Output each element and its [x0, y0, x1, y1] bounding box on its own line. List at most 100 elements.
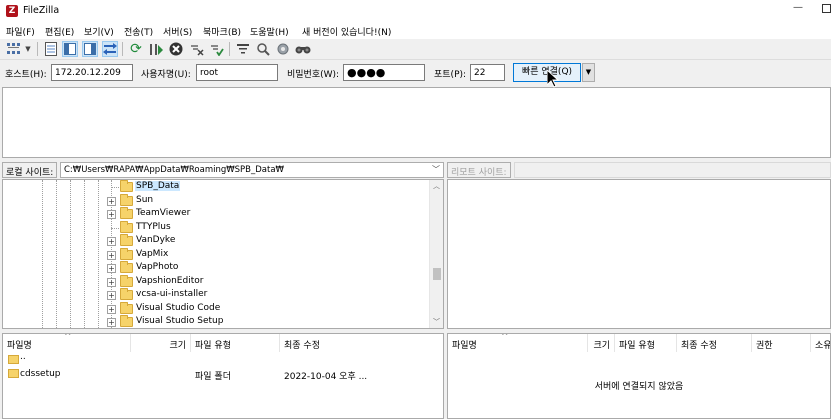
- column-header-type[interactable]: 파일 유형: [615, 334, 677, 352]
- tree-item[interactable]: + VanDyke: [3, 234, 428, 247]
- expand-icon[interactable]: +: [107, 318, 116, 327]
- column-label: 파일 유형: [619, 341, 655, 351]
- column-header-size[interactable]: 크기: [588, 334, 615, 352]
- expand-icon[interactable]: +: [107, 210, 116, 219]
- toolbar-separator: [122, 42, 123, 56]
- expand-icon[interactable]: +: [107, 196, 116, 206]
- file-type: 파일 폴더: [195, 372, 231, 382]
- tree-item-label: VapMix: [136, 248, 169, 259]
- tree-item-label: VanDyke: [136, 235, 176, 245]
- toggle-transfer-queue-icon[interactable]: [102, 41, 118, 57]
- menu-view[interactable]: 보기(V): [84, 25, 114, 38]
- column-label: 소유: [815, 341, 831, 351]
- local-directory-tree: SPB_Data + Sun + TeamViewer TTYPlus + Va…: [2, 179, 444, 329]
- not-connected-message: 서버에 연결되지 않았음: [594, 382, 684, 392]
- toggle-remote-tree-icon[interactable]: [82, 41, 98, 57]
- username-label: 사용자명(U):: [141, 70, 191, 80]
- menu-help[interactable]: 도움말(H): [250, 25, 289, 38]
- folder-icon: [8, 355, 19, 364]
- tree-item[interactable]: + VapMix: [3, 247, 428, 261]
- tree-item[interactable]: TTYPlus: [3, 220, 428, 234]
- local-path-input[interactable]: C:₩Users₩RAPA₩AppData₩Roaming₩SPB_Data₩ …: [60, 162, 444, 178]
- expand-icon[interactable]: +: [107, 291, 116, 300]
- folder-icon: [120, 193, 133, 206]
- expand-icon[interactable]: +: [107, 264, 116, 273]
- tree-item[interactable]: + Visual Studio Setup: [3, 315, 428, 328]
- tree-item-label: vcsa-ui-installer: [136, 289, 208, 299]
- local-site-label: 로컬 사이트:: [2, 162, 58, 178]
- host-input[interactable]: 172.20.12.209: [51, 64, 133, 81]
- expand-icon[interactable]: +: [107, 277, 116, 287]
- tree-item-label: Visual Studio Setup: [136, 316, 224, 326]
- column-header-modified[interactable]: 최종 수정: [677, 334, 752, 352]
- disconnect-icon[interactable]: [189, 41, 205, 57]
- username-input[interactable]: root: [196, 64, 278, 81]
- tree-item[interactable]: + vcsa-ui-installer: [3, 288, 428, 301]
- menu-server[interactable]: 서버(S): [163, 25, 192, 38]
- column-header-filename[interactable]: 파일명: [448, 334, 588, 352]
- host-label: 호스트(H):: [5, 70, 47, 80]
- toolbar-separator: [37, 42, 38, 56]
- remote-directory-tree: [447, 179, 831, 329]
- column-header-type[interactable]: 파일 유형: [191, 334, 280, 352]
- sort-ascending-icon: ^: [64, 333, 72, 342]
- remote-site-label: 리모트 사이트:: [447, 162, 511, 178]
- expand-icon[interactable]: +: [107, 237, 116, 246]
- scroll-down-icon[interactable]: ﹀: [430, 316, 443, 328]
- tree-item[interactable]: + VapPhoto: [3, 261, 428, 274]
- column-header-modified[interactable]: 최종 수정: [280, 334, 370, 352]
- site-manager-icon[interactable]: [6, 41, 22, 57]
- search-remote-files-icon[interactable]: [295, 41, 311, 57]
- column-header-owner[interactable]: 소유: [811, 334, 831, 352]
- folder-icon: [120, 261, 133, 273]
- refresh-icon[interactable]: ⟳: [128, 41, 144, 57]
- site-manager-dropdown-icon[interactable]: ▼: [23, 41, 33, 57]
- tree-item[interactable]: + VapshionEditor: [3, 274, 428, 288]
- tree-scrollbar[interactable]: ︿ ﹀: [429, 180, 443, 328]
- toggle-local-tree-icon[interactable]: [62, 41, 78, 57]
- tree-item[interactable]: + Visual Studio Code: [3, 301, 428, 315]
- folder-icon: [8, 369, 19, 378]
- file-name: cdssetup: [20, 369, 61, 379]
- menu-bookmarks[interactable]: 북마크(B): [203, 25, 241, 38]
- menu-edit[interactable]: 편집(E): [45, 25, 74, 38]
- dropdown-arrow-icon[interactable]: ▼: [582, 63, 595, 82]
- process-queue-icon[interactable]: [148, 41, 164, 57]
- column-label: 파일명: [452, 341, 477, 351]
- port-label: 포트(P):: [434, 70, 467, 80]
- sync-browsing-icon[interactable]: [275, 41, 291, 57]
- maximize-icon[interactable]: [822, 4, 831, 13]
- folder-icon: [120, 247, 133, 260]
- reconnect-icon[interactable]: [209, 41, 225, 57]
- scrollbar-thumb[interactable]: [433, 268, 441, 280]
- tree-item[interactable]: + TeamViewer: [3, 207, 428, 220]
- scroll-up-icon[interactable]: ︿: [430, 180, 443, 192]
- menu-new-version[interactable]: 새 버전이 있습니다!(N): [302, 25, 391, 38]
- message-log[interactable]: [2, 87, 831, 158]
- folder-icon: [120, 207, 133, 219]
- minimize-icon[interactable]: —: [793, 2, 807, 18]
- port-input[interactable]: 22: [470, 64, 505, 81]
- chevron-down-icon[interactable]: ﹀: [432, 164, 440, 175]
- column-label: 파일 유형: [195, 341, 231, 351]
- column-label: 최종 수정: [284, 341, 320, 351]
- cancel-operation-icon[interactable]: [168, 41, 184, 57]
- menu-transfer[interactable]: 전송(T): [124, 25, 153, 38]
- tree-item[interactable]: SPB_Data: [3, 180, 428, 193]
- expand-icon[interactable]: +: [107, 304, 116, 314]
- menu-file[interactable]: 파일(F): [6, 25, 35, 38]
- column-header-size[interactable]: 크기: [131, 334, 191, 352]
- tree-item[interactable]: + Sun: [3, 193, 428, 207]
- expand-icon[interactable]: +: [107, 250, 116, 260]
- folder-icon: [120, 274, 133, 287]
- column-header-permissions[interactable]: 권한: [752, 334, 811, 352]
- file-name: ..: [20, 352, 26, 362]
- tree-item-label: Sun: [136, 194, 154, 205]
- directory-filter-icon[interactable]: [235, 41, 251, 57]
- tree-item-label: Visual Studio Code: [136, 302, 221, 313]
- tree-item-label: TTYPlus: [136, 221, 171, 232]
- toggle-message-log-icon[interactable]: [43, 41, 59, 57]
- password-input[interactable]: ●●●●: [343, 64, 425, 81]
- dir-compare-icon[interactable]: [255, 41, 271, 57]
- folder-icon: [120, 301, 133, 314]
